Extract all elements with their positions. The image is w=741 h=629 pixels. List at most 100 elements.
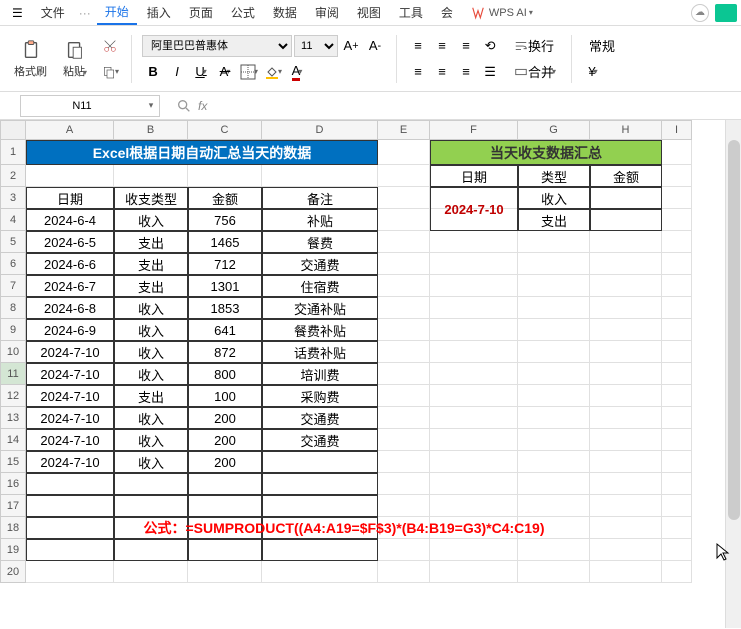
cell[interactable] (430, 451, 518, 473)
orientation-button[interactable]: ⟲ (479, 35, 501, 57)
cell[interactable] (262, 561, 378, 583)
empty-cell[interactable] (26, 539, 114, 561)
cell[interactable] (430, 319, 518, 341)
cell[interactable] (662, 187, 692, 209)
underline-button[interactable]: U▾ (190, 61, 212, 83)
cell[interactable] (662, 231, 692, 253)
data-note[interactable]: 交通费 (262, 429, 378, 451)
data-header[interactable]: 金额 (188, 187, 262, 209)
empty-cell[interactable] (262, 495, 378, 517)
cell[interactable] (378, 473, 430, 495)
row-header-12[interactable]: 12 (0, 385, 26, 407)
cell[interactable] (590, 561, 662, 583)
row-header-10[interactable]: 10 (0, 341, 26, 363)
data-date[interactable]: 2024-6-5 (26, 231, 114, 253)
cell[interactable] (114, 165, 188, 187)
cell[interactable] (378, 319, 430, 341)
data-type[interactable]: 支出 (114, 253, 188, 275)
cell[interactable] (518, 429, 590, 451)
col-header-G[interactable]: G (518, 120, 590, 140)
row-header-19[interactable]: 19 (0, 539, 26, 561)
tab-insert[interactable]: 插入 (139, 1, 179, 24)
col-header-C[interactable]: C (188, 120, 262, 140)
number-format-select[interactable]: 常规 (582, 35, 622, 57)
data-amount[interactable]: 1301 (188, 275, 262, 297)
row-header-1[interactable]: 1 (0, 140, 26, 165)
cell[interactable] (518, 231, 590, 253)
align-middle-button[interactable]: ≡ (431, 35, 453, 57)
data-type[interactable]: 收入 (114, 319, 188, 341)
data-date[interactable]: 2024-7-10 (26, 385, 114, 407)
data-amount[interactable]: 200 (188, 429, 262, 451)
data-date[interactable]: 2024-7-10 (26, 451, 114, 473)
indent-button[interactable]: ☰ (479, 61, 501, 83)
cell[interactable] (378, 407, 430, 429)
data-note[interactable]: 交通费 (262, 253, 378, 275)
row-header-2[interactable]: 2 (0, 165, 26, 187)
cell[interactable] (590, 297, 662, 319)
currency-button[interactable]: ¥▾ (582, 61, 604, 83)
cell[interactable] (590, 429, 662, 451)
cell[interactable] (662, 165, 692, 187)
cell[interactable] (430, 297, 518, 319)
col-header-F[interactable]: F (430, 120, 518, 140)
cell[interactable] (262, 165, 378, 187)
tab-start[interactable]: 开始 (97, 0, 137, 25)
data-amount[interactable]: 1853 (188, 297, 262, 319)
data-note[interactable]: 话费补贴 (262, 341, 378, 363)
col-header-H[interactable]: H (590, 120, 662, 140)
cell[interactable] (430, 495, 518, 517)
cell[interactable] (662, 341, 692, 363)
tab-formula[interactable]: 公式 (223, 1, 263, 24)
summary-header[interactable]: 金额 (590, 165, 662, 187)
cell[interactable] (378, 231, 430, 253)
cell[interactable] (662, 140, 692, 165)
empty-cell[interactable] (188, 495, 262, 517)
cell[interactable] (662, 363, 692, 385)
cell[interactable] (430, 473, 518, 495)
col-header-A[interactable]: A (26, 120, 114, 140)
cell[interactable] (662, 297, 692, 319)
data-header[interactable]: 收支类型 (114, 187, 188, 209)
font-color-button[interactable]: A▾ (286, 61, 308, 83)
data-type[interactable]: 支出 (114, 385, 188, 407)
cell[interactable] (590, 275, 662, 297)
data-date[interactable]: 2024-6-7 (26, 275, 114, 297)
data-type[interactable]: 收入 (114, 209, 188, 231)
data-amount[interactable]: 100 (188, 385, 262, 407)
data-amount[interactable]: 712 (188, 253, 262, 275)
wps-ai-button[interactable]: WPS AI ▾ (471, 6, 533, 20)
cell[interactable] (590, 231, 662, 253)
data-date[interactable]: 2024-7-10 (26, 341, 114, 363)
cell[interactable] (590, 473, 662, 495)
row-header-7[interactable]: 7 (0, 275, 26, 297)
data-note[interactable]: 餐费 (262, 231, 378, 253)
data-type[interactable]: 收入 (114, 341, 188, 363)
row-header-16[interactable]: 16 (0, 473, 26, 495)
hamburger-icon[interactable]: ☰ (4, 3, 31, 23)
cell[interactable] (26, 561, 114, 583)
cell[interactable] (662, 495, 692, 517)
data-type[interactable]: 收入 (114, 451, 188, 473)
row-header-20[interactable]: 20 (0, 561, 26, 583)
cell[interactable] (378, 429, 430, 451)
data-amount[interactable]: 200 (188, 451, 262, 473)
tab-view[interactable]: 视图 (349, 1, 389, 24)
cell[interactable] (518, 385, 590, 407)
data-amount[interactable]: 872 (188, 341, 262, 363)
summary-header[interactable]: 日期 (430, 165, 518, 187)
data-amount[interactable]: 756 (188, 209, 262, 231)
summary-header[interactable]: 类型 (518, 165, 590, 187)
data-amount[interactable]: 641 (188, 319, 262, 341)
cell[interactable] (662, 385, 692, 407)
align-center-button[interactable]: ≡ (431, 61, 453, 83)
tab-review[interactable]: 审阅 (307, 1, 347, 24)
cell[interactable] (590, 407, 662, 429)
empty-cell[interactable] (262, 473, 378, 495)
empty-cell[interactable] (26, 495, 114, 517)
data-date[interactable]: 2024-7-10 (26, 407, 114, 429)
cell[interactable] (590, 253, 662, 275)
cell[interactable] (378, 539, 430, 561)
cell[interactable] (518, 319, 590, 341)
cell[interactable] (590, 451, 662, 473)
